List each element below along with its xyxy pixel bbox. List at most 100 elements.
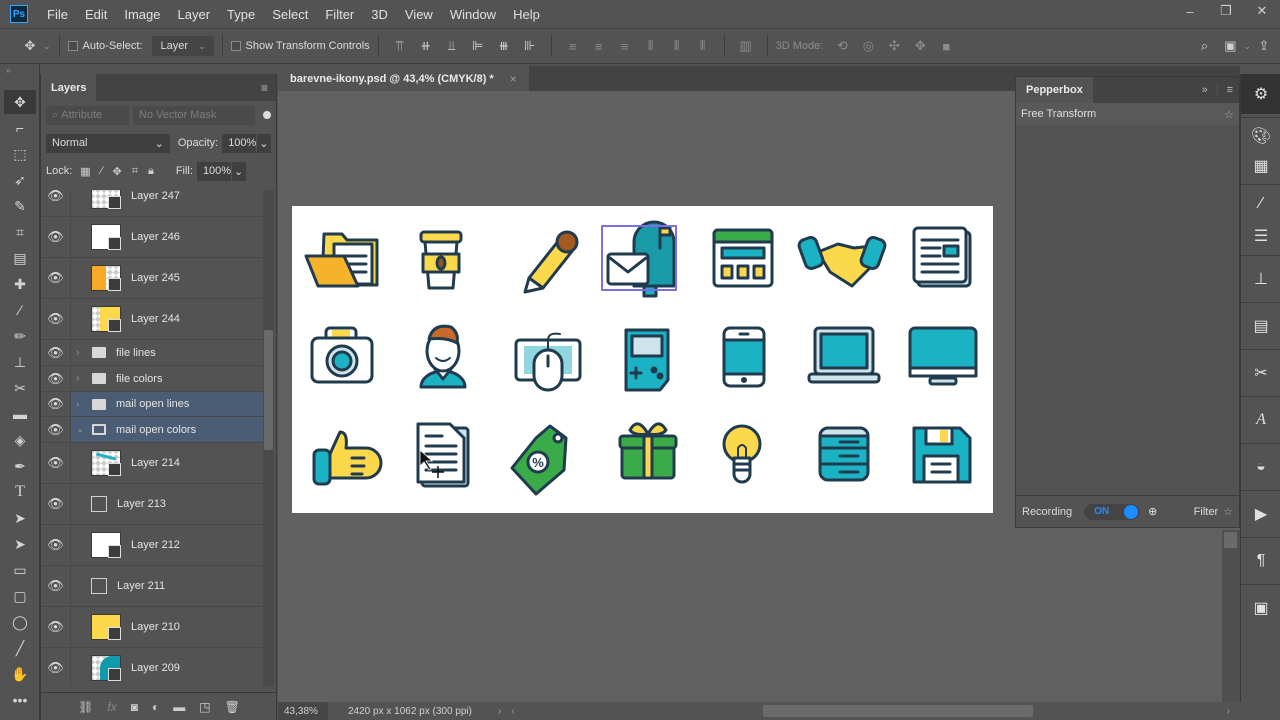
healing-brush-tool-icon[interactable]: ✚ [4, 272, 36, 296]
panel-menu-icon[interactable]: ≡ [261, 81, 268, 95]
layer-group-row[interactable]: 👁︎ › file lines [41, 340, 263, 366]
search-icon[interactable]: ⌕ [1194, 36, 1214, 56]
tools-scissors-icon[interactable]: ✂ [1241, 353, 1280, 393]
visibility-eye-icon[interactable]: 👁︎ [41, 217, 71, 257]
group-name[interactable]: mail open colors [116, 424, 196, 436]
artboard-tool-icon[interactable]: ⌐ [4, 116, 36, 140]
distribute-left-icon[interactable]: ⦀ [641, 36, 661, 56]
brush-presets-icon[interactable]: ⁄ [1241, 188, 1280, 220]
recording-toggle[interactable]: ON [1084, 503, 1141, 520]
collapse-panel-icon[interactable]: » [1202, 84, 1208, 96]
pepperbox-scrollbar[interactable] [1222, 530, 1240, 702]
layer-name[interactable]: Layer 244 [131, 313, 180, 325]
auto-select-target-dropdown[interactable]: Layer ⌄ [152, 36, 214, 56]
move-tool-icon[interactable]: ✥ [4, 90, 36, 114]
share-icon[interactable]: ⇪ [1254, 36, 1274, 56]
chevron-down-icon[interactable]: ⌄ [1243, 41, 1251, 52]
restore-button[interactable]: ❐ [1208, 0, 1244, 22]
visibility-eye-icon[interactable]: 👁︎ [41, 443, 71, 483]
clone-source-icon[interactable]: ⊥ [1241, 259, 1280, 299]
notes-icon[interactable]: ▤ [1241, 306, 1280, 346]
direct-selection-tool-icon[interactable]: ➤ [4, 532, 36, 556]
visibility-eye-icon[interactable]: 👁︎ [41, 607, 71, 647]
document-tab[interactable]: barevne-ikony.psd @ 43,4% (CMYK/8) * × [278, 66, 529, 91]
type-tool-icon[interactable]: T [4, 480, 36, 504]
layer-row[interactable]: 👁︎ Layer 214 [41, 443, 263, 484]
3d-slide-icon[interactable]: ✥ [910, 36, 930, 56]
delete-layer-trash-icon[interactable]: 🗑︎ [225, 700, 240, 714]
menu-file[interactable]: File [47, 7, 68, 22]
link-layers-icon[interactable]: ⛓︎ [78, 700, 93, 714]
path-selection-tool-icon[interactable]: ➤ [4, 506, 36, 530]
clone-stamp-tool-icon[interactable]: ⊥ [4, 350, 36, 374]
3d-scale-icon[interactable]: ■ [936, 36, 956, 56]
workspace-icon[interactable]: ▣ [1220, 36, 1240, 56]
distribute-bottom-icon[interactable]: ≡ [615, 36, 635, 56]
layer-row[interactable]: 👁︎ Layer 247 [41, 190, 263, 217]
lock-all-icon[interactable]: 🔒︎ [148, 165, 154, 178]
menu-edit[interactable]: Edit [85, 7, 107, 22]
more-tools-icon[interactable]: ••• [4, 688, 36, 712]
layer-name[interactable]: Layer 211 [117, 580, 165, 592]
visibility-eye-icon[interactable]: 👁︎ [41, 340, 71, 365]
distribute-right-icon[interactable]: ⦀ [693, 36, 713, 56]
fill-slider-toggle[interactable]: ⌄ [231, 161, 246, 181]
hand-tool-icon[interactable]: ✋ [4, 662, 36, 686]
visibility-eye-icon[interactable]: 👁︎ [41, 258, 71, 298]
canvas[interactable]: % [292, 206, 993, 513]
layer-row[interactable]: 👁︎ Layer 212 [41, 525, 263, 566]
layer-row[interactable]: 👁︎ Layer 244 [41, 299, 263, 340]
distribute-top-icon[interactable]: ≡ [563, 36, 583, 56]
tab-pepperbox[interactable]: Pepperbox [1016, 77, 1093, 103]
align-horizontal-center-icon[interactable]: ⧻ [494, 36, 514, 56]
minimize-button[interactable]: – [1172, 0, 1208, 22]
paragraph-icon[interactable]: ¶ [1241, 541, 1280, 581]
scroll-right-icon[interactable]: › [1227, 706, 1230, 717]
group-name[interactable]: file colors [116, 373, 162, 385]
pencil-tool-icon[interactable]: ✏ [4, 324, 36, 348]
3d-orbit-icon[interactable]: ⟲ [832, 36, 852, 56]
fill-input[interactable]: 100% [196, 161, 231, 181]
menu-filter[interactable]: Filter [325, 7, 354, 22]
layer-group-row[interactable]: 👁︎ › file colors [41, 366, 263, 392]
lasso-tool-icon[interactable]: ➶ [4, 168, 36, 192]
close-button[interactable]: ✕ [1244, 0, 1280, 22]
lock-image-pixels-icon[interactable]: ⁄ [101, 165, 103, 177]
brush-settings-icon[interactable]: ☰ [1241, 220, 1280, 252]
chevron-right-icon[interactable]: › [76, 347, 84, 358]
visibility-eye-icon[interactable]: 👁︎ [41, 392, 71, 416]
align-bottom-icon[interactable]: ⫫ [442, 36, 462, 56]
layer-name[interactable]: Layer 212 [131, 539, 180, 551]
scrollbar-thumb[interactable] [1224, 532, 1237, 548]
opacity-input[interactable]: 100% [222, 133, 256, 153]
crop-tool-icon[interactable]: ⌗ [4, 220, 36, 244]
auto-select-checkbox[interactable]: Auto-Select: [67, 40, 142, 52]
status-menu-arrow-icon[interactable]: › [498, 706, 501, 717]
layer-group-row[interactable]: 👁︎ ⌄ mail open colors [41, 417, 263, 443]
layer-name[interactable]: Layer 246 [131, 231, 180, 243]
favorite-star-icon[interactable]: ☆ [1224, 108, 1234, 121]
show-transform-checkbox[interactable]: Show Transform Controls [230, 40, 370, 52]
3d-materials-icon[interactable]: ◒ [1241, 447, 1280, 487]
lock-position-icon[interactable]: ✥ [113, 165, 122, 178]
frame-tool-icon[interactable]: ▤ [4, 246, 36, 270]
layers-scrollbar[interactable] [263, 190, 274, 686]
chevron-right-icon[interactable]: › [76, 373, 84, 384]
menu-type[interactable]: Type [227, 7, 255, 22]
swatches-grid-icon[interactable]: ▦ [1241, 151, 1280, 181]
layer-style-fx-icon[interactable]: fx [107, 700, 116, 714]
align-left-icon[interactable]: ⊫ [468, 36, 488, 56]
filter-label[interactable]: Filter [1194, 506, 1218, 518]
zoom-level-field[interactable]: 43,38% [278, 702, 328, 720]
layer-row[interactable]: 👁︎ Layer 211 [41, 566, 263, 607]
filter-attribute-select[interactable]: ⌕ Attribute [46, 105, 129, 125]
layer-name[interactable]: Layer 213 [117, 498, 166, 510]
ellipse-tool-icon[interactable]: ◯ [4, 610, 36, 634]
menu-image[interactable]: Image [124, 7, 160, 22]
align-vertical-center-icon[interactable]: ⧺ [416, 36, 436, 56]
menu-window[interactable]: Window [450, 7, 496, 22]
visibility-eye-icon[interactable]: 👁︎ [41, 648, 71, 686]
group-name[interactable]: mail open lines [116, 398, 189, 410]
paint-bucket-tool-icon[interactable]: ◈ [4, 428, 36, 452]
3d-roll-icon[interactable]: ◎ [858, 36, 878, 56]
